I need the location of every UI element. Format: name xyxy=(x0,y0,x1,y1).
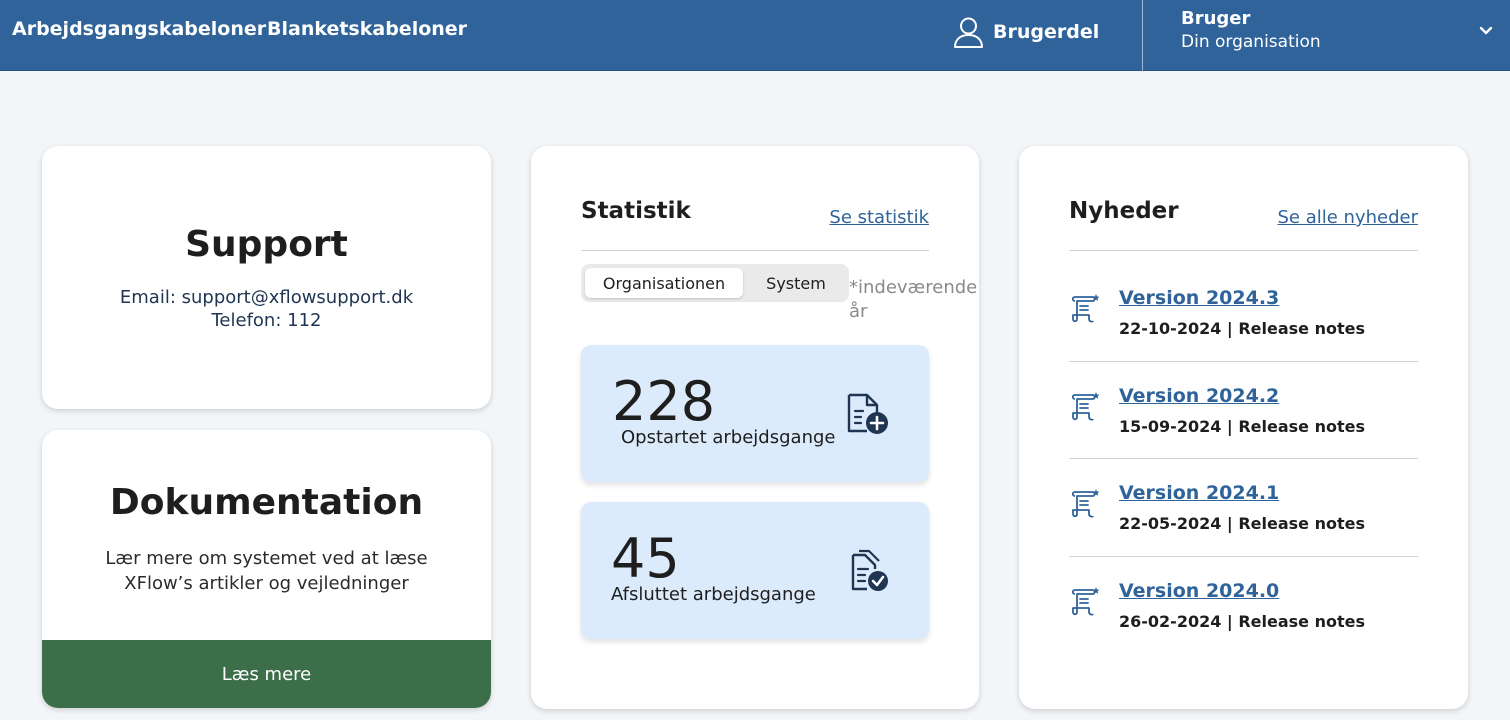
news-item: Version 2024.0 26-02-2024 | Release note… xyxy=(1069,570,1418,667)
support-title: Support xyxy=(185,224,348,265)
started-workflows-label: Opstartet arbejdsgange xyxy=(621,427,836,448)
read-more-button[interactable]: Læs mere xyxy=(42,640,491,708)
support-contact: Email: support@xflowsupport.dk Telefon: … xyxy=(42,286,491,332)
news-item: Version 2024.1 22-05-2024 | Release note… xyxy=(1069,472,1418,569)
scroll-icon xyxy=(1071,587,1100,616)
scroll-icon xyxy=(1071,489,1100,518)
news-version-link[interactable]: Version 2024.0 xyxy=(1119,580,1279,602)
document-add-icon xyxy=(847,393,888,434)
news-divider xyxy=(1069,250,1418,251)
completed-workflows-count: 45 xyxy=(611,527,680,590)
user-part-link[interactable]: Brugerdel xyxy=(952,15,1099,49)
news-card: Nyheder Se alle nyheder Version 2024.3 2… xyxy=(1019,146,1468,709)
user-name: Bruger xyxy=(1181,8,1251,29)
chevron-down-icon xyxy=(1479,26,1493,35)
started-workflows-count: 228 xyxy=(612,370,716,433)
document-check-icon xyxy=(851,549,888,591)
nav-form-templates[interactable]: Blanketskabeloner xyxy=(267,18,467,40)
statistics-scope-toggle: Organisationen System xyxy=(581,264,849,302)
documentation-card: Dokumentation Lær mere om systemet ved a… xyxy=(42,430,491,708)
current-year-note: *indeværende år xyxy=(849,276,978,324)
current-year-note-line-2: år xyxy=(849,301,868,322)
user-outline-icon xyxy=(954,17,983,48)
completed-workflows-label: Afsluttet arbejdsgange xyxy=(611,584,816,605)
news-meta: 26-02-2024 | Release notes xyxy=(1119,612,1365,631)
support-phone: Telefon: 112 xyxy=(211,310,322,331)
user-part-label: Brugerdel xyxy=(993,21,1100,43)
news-title: Nyheder xyxy=(1069,198,1179,224)
see-all-news-link[interactable]: Se alle nyheder xyxy=(1278,207,1419,228)
news-separator xyxy=(1069,361,1418,362)
documentation-description: Lær mere om systemet ved at læse XFlow’s… xyxy=(82,546,451,596)
completed-workflows-box: 45 Afsluttet arbejdsgange xyxy=(581,502,929,639)
scroll-icon xyxy=(1071,294,1100,323)
current-year-note-line-1: *indeværende xyxy=(849,277,978,298)
news-meta: 15-09-2024 | Release notes xyxy=(1119,417,1365,436)
user-organization: Din organisation xyxy=(1181,32,1321,52)
news-version-link[interactable]: Version 2024.1 xyxy=(1119,482,1279,504)
documentation-description-line-2: XFlow’s artikler og vejledninger xyxy=(124,573,409,594)
news-version-link[interactable]: Version 2024.2 xyxy=(1119,385,1279,407)
top-navigation-bar: Arbejdsgangskabeloner Blanketskabeloner … xyxy=(0,0,1510,71)
news-meta: 22-10-2024 | Release notes xyxy=(1119,319,1365,338)
statistics-divider xyxy=(581,250,929,251)
user-organization-menu[interactable]: Bruger Din organisation xyxy=(1143,0,1510,71)
scroll-icon xyxy=(1071,392,1100,421)
news-meta: 22-05-2024 | Release notes xyxy=(1119,514,1365,533)
toggle-organization[interactable]: Organisationen xyxy=(585,268,743,298)
support-email: Email: support@xflowsupport.dk xyxy=(119,287,414,308)
news-separator xyxy=(1069,556,1418,557)
statistics-card: Statistik Se statistik Organisationen Sy… xyxy=(531,146,979,709)
news-separator xyxy=(1069,458,1418,459)
news-item: Version 2024.3 22-10-2024 | Release note… xyxy=(1069,277,1418,374)
documentation-title: Dokumentation xyxy=(109,482,424,523)
statistics-title: Statistik xyxy=(581,198,691,224)
nav-workflow-templates[interactable]: Arbejdsgangskabeloner xyxy=(12,18,266,40)
support-card: Support Email: support@xflowsupport.dk T… xyxy=(42,146,491,409)
started-workflows-box: 228 Opstartet arbejdsgange xyxy=(581,345,929,482)
news-version-link[interactable]: Version 2024.3 xyxy=(1119,287,1279,309)
documentation-description-line-1: Lær mere om systemet ved at læse xyxy=(105,548,428,569)
see-statistics-link[interactable]: Se statistik xyxy=(829,207,929,228)
toggle-system[interactable]: System xyxy=(747,268,845,298)
